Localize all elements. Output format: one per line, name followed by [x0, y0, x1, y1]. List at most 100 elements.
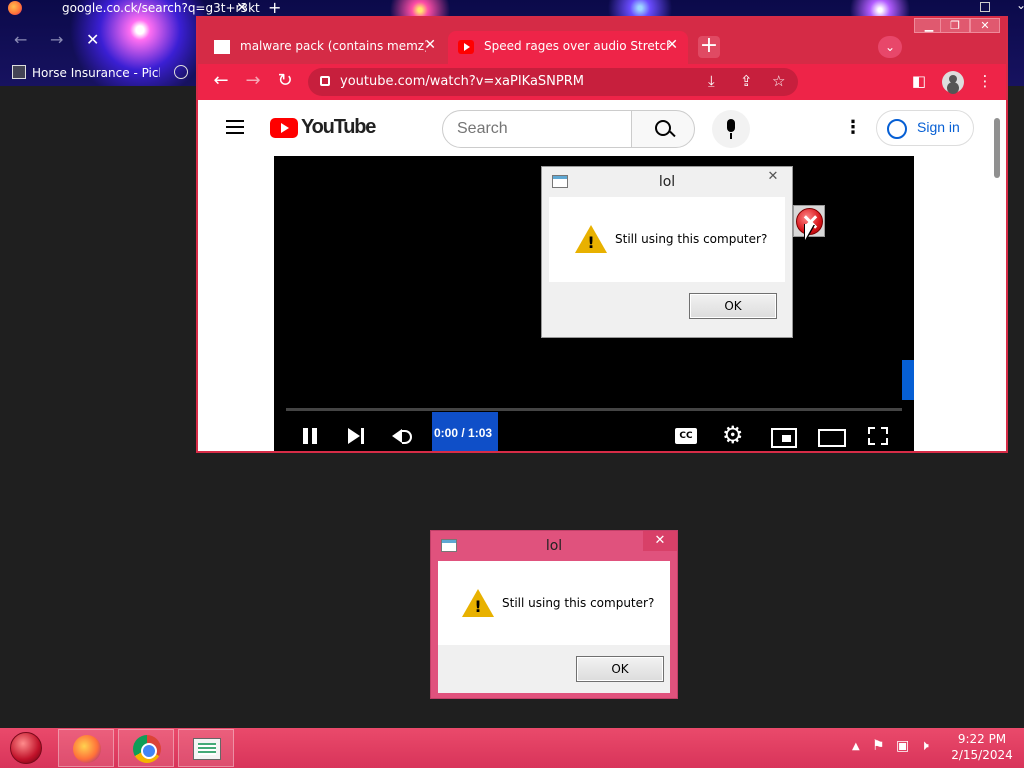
stop-icon[interactable]: ✕: [86, 30, 99, 49]
dialog-footer: OK: [549, 282, 785, 330]
progress-bar[interactable]: [286, 408, 902, 411]
theater-mode-button[interactable]: [818, 424, 846, 448]
clock-date: 2/15/2024: [951, 748, 1013, 762]
new-tab-icon[interactable]: +: [268, 0, 281, 17]
tab-bar: malware pack (contains memz) : ✕ Speed r…: [198, 18, 1006, 64]
dialog-titlebar[interactable]: lol ✕: [542, 167, 792, 197]
youtube-wordmark: YouTube: [301, 116, 376, 138]
address-bar[interactable]: youtube.com/watch?v=xaPIKaSNPRM ⤓ ⇪ ☆: [308, 68, 798, 96]
chrome-toolbar: ← → ↻ youtube.com/watch?v=xaPIKaSNPRM ⤓ …: [198, 64, 1006, 100]
globe-icon[interactable]: [174, 65, 188, 79]
youtube-play-icon: [270, 118, 298, 138]
dialog-close-button[interactable]: ✕: [756, 167, 790, 187]
warning-icon: [575, 225, 607, 253]
close-icon[interactable]: ✕: [236, 0, 248, 16]
taskbar: ▲ ⚑ ▣ 🕨 9:22 PM 2/15/2024: [0, 728, 1024, 768]
forward-icon[interactable]: →: [50, 30, 63, 49]
search-input[interactable]: [457, 119, 617, 139]
window-close-button[interactable]: ✕: [970, 18, 1000, 33]
bookmark-item[interactable]: Horse Insurance - Pick...: [32, 66, 160, 80]
pause-button[interactable]: [298, 424, 322, 448]
dialog-titlebar[interactable]: lol ✕: [431, 531, 677, 561]
start-button[interactable]: [10, 732, 42, 764]
maximize-button[interactable]: ❐: [940, 18, 970, 33]
show-hidden-icons-icon[interactable]: ▲: [852, 741, 860, 752]
star-icon[interactable]: ☆: [772, 72, 785, 90]
settings-gear-icon[interactable]: [722, 421, 746, 449]
back-icon[interactable]: ←: [14, 30, 27, 49]
archive-icon: [214, 40, 230, 54]
tab-search-button[interactable]: ⌄: [878, 36, 902, 58]
back-button[interactable]: ←: [210, 70, 232, 92]
firefox-icon: [73, 735, 101, 763]
window-icon[interactable]: [980, 2, 990, 12]
firefox-tab-title: google.co.ck/search?q=g3t+r3kt: [62, 1, 260, 15]
close-icon[interactable]: ✕: [424, 37, 436, 53]
message-box: lol ✕ Still using this computer? OK: [430, 530, 678, 699]
firefox-nav: ← → ✕: [0, 28, 196, 56]
search-box[interactable]: [442, 110, 632, 148]
share-icon[interactable]: ⇪: [740, 72, 753, 90]
tab-youtube[interactable]: Speed rages over audio Stretch c ✕: [448, 31, 688, 64]
time-text: 0:00 / 1:03: [434, 426, 493, 440]
dialog-close-button[interactable]: ✕: [643, 531, 677, 551]
forward-button[interactable]: →: [242, 70, 264, 92]
side-panel-icon[interactable]: ◧: [908, 70, 930, 92]
page-scrollbar[interactable]: [994, 118, 1000, 178]
time-display: 0:00 / 1:03: [432, 412, 498, 451]
mouse-cursor: [805, 224, 814, 240]
next-button[interactable]: [344, 424, 368, 448]
firefox-bookmark-bar: Horse Insurance - Pick...: [0, 62, 196, 84]
lock-icon[interactable]: [320, 76, 330, 86]
chevron-down-icon[interactable]: ⌄: [1016, 0, 1024, 12]
notepad-icon: [193, 738, 221, 760]
taskbar-notepad[interactable]: [178, 729, 234, 767]
taskbar-chrome[interactable]: [118, 729, 174, 767]
menu-icon[interactable]: ⋮: [974, 70, 996, 92]
volume-button[interactable]: [390, 424, 414, 448]
clock-time: 9:22 PM: [957, 732, 1007, 746]
taskbar-firefox[interactable]: [58, 729, 114, 767]
microphone-icon[interactable]: [712, 110, 750, 148]
close-icon[interactable]: ✕: [666, 37, 678, 53]
search-button[interactable]: [631, 110, 695, 148]
desktop-top-right: ⌄: [924, 0, 1024, 16]
captions-button[interactable]: [674, 424, 698, 448]
flag-icon[interactable]: ⚑: [872, 738, 885, 754]
tab-malware-pack[interactable]: malware pack (contains memz) : ✕: [204, 31, 446, 64]
miniplayer-button[interactable]: [770, 424, 797, 448]
sign-in-label: Sign in: [917, 119, 960, 135]
firefox-icon: [8, 1, 22, 15]
dialog-body: Still using this computer?: [438, 561, 670, 646]
hamburger-menu-icon[interactable]: [226, 120, 244, 134]
new-tab-button[interactable]: +: [698, 35, 720, 58]
bookmark-icon: [12, 65, 26, 79]
tab-title: malware pack (contains memz) :: [240, 39, 426, 53]
firefox-window-background[interactable]: google.co.ck/search?q=g3t+r3kt ✕ + ← → ✕…: [0, 0, 281, 86]
sign-in-button[interactable]: Sign in: [876, 110, 974, 146]
chrome-icon: [133, 735, 161, 763]
network-icon[interactable]: ▣: [896, 738, 909, 754]
volume-muted-icon[interactable]: 🕨: [920, 738, 929, 754]
ok-button[interactable]: OK: [689, 293, 777, 319]
url-text: youtube.com/watch?v=xaPIKaSNPRM: [340, 74, 584, 89]
warning-icon: [462, 589, 494, 617]
dialog-body: Still using this computer?: [549, 197, 785, 282]
user-icon: [887, 119, 907, 139]
more-options-icon[interactable]: ⋮: [844, 118, 862, 140]
tab-title: Speed rages over audio Stretch c: [484, 39, 670, 53]
install-icon[interactable]: ⤓: [708, 72, 715, 90]
dialog-message: Still using this computer?: [502, 596, 655, 610]
fullscreen-button[interactable]: [866, 424, 890, 448]
message-box: lol ✕ Still using this computer? OK: [541, 166, 793, 338]
profile-avatar[interactable]: [942, 71, 964, 93]
reload-button[interactable]: ↻: [274, 70, 296, 92]
chapter-marker: [902, 360, 914, 400]
clock[interactable]: 9:22 PM 2/15/2024: [942, 731, 1022, 763]
ok-button[interactable]: OK: [576, 656, 664, 682]
youtube-icon: [458, 40, 474, 54]
youtube-header: YouTube ⋮ Sign in: [198, 100, 1006, 156]
dialog-footer: OK: [438, 645, 670, 693]
dialog-title: lol: [658, 174, 676, 190]
system-tray: ▲ ⚑ ▣ 🕨: [850, 728, 950, 768]
